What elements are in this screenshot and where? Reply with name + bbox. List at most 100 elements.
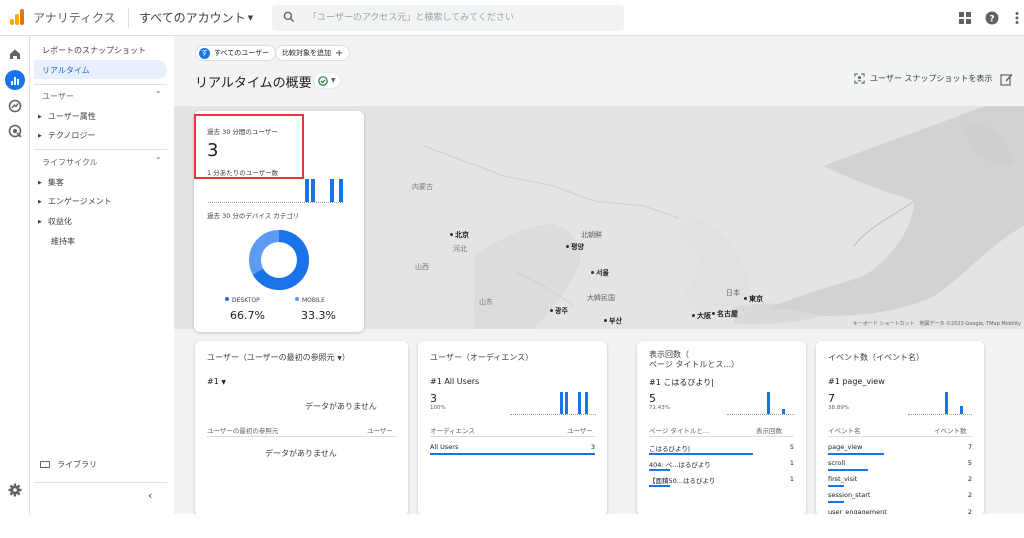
nav-technology[interactable]: ▶ テクノロジー [38,130,95,141]
column-header: ページ タイトルと... [649,427,710,435]
expand-arrow-icon: ▶ [38,180,42,186]
row-bar [828,469,868,471]
all-users-label: すべてのユーザー [214,49,270,57]
reports-icon[interactable] [5,70,25,90]
nav-engagement-label: エンゲージメント [47,197,112,206]
map-label: 山西 [415,263,429,271]
main-content: すすべてのユーザー 比較対象を追加 + リアルタイムの概要 ▼ ユーザー スナップ… [174,36,1024,514]
desktop-percent: 66.7% [230,309,265,322]
expand-arrow-icon: ▶ [38,114,42,120]
card-title[interactable]: ユーザー（ユーザーの最初の参照元 ▼） [207,353,350,364]
nav-monetization[interactable]: ▶ 収益化 [38,216,72,227]
city-marker-icon [566,245,569,248]
nav-engagement[interactable]: ▶ エンゲージメント [38,196,112,207]
section-user-header[interactable]: ユーザー [42,91,74,102]
section-lifecycle-header[interactable]: ライフサイクル [42,157,98,168]
sparkline [510,391,596,415]
card-title-line2: ページ タイトルとス...） [649,360,740,369]
nav-monetization-label: 収益化 [47,217,72,226]
map-label-tokyo-text: 東京 [749,295,763,303]
nav-rail [0,36,30,514]
card-title-line1: 表示回数（ [649,350,689,359]
chevron-up-icon[interactable]: ⌃ [155,156,162,165]
row-bar [649,469,670,471]
search-input[interactable] [308,10,608,26]
audience-card: ユーザー（オーディエンス） #1 All Users 3 100% オーディエン… [418,341,607,514]
add-comparison-chip[interactable]: 比較対象を追加 + [275,45,351,61]
table-row-name[interactable]: scroll [828,459,845,467]
settings-gear-icon[interactable] [7,482,23,498]
home-icon[interactable] [7,46,23,62]
nav-retention[interactable]: 維持率 [51,236,75,247]
edit-icon[interactable] [1000,73,1013,86]
legend-mobile: MOBILE [295,297,325,304]
city-marker-icon [450,233,453,236]
segment-letter-icon: す [199,47,210,59]
card-rank: #1 ▼ [207,377,226,386]
search-bar[interactable] [272,5,624,31]
city-marker-icon [591,271,594,274]
apps-grid-icon[interactable] [958,11,972,25]
app-title: アナリティクス [33,11,116,25]
account-selector[interactable]: すべてのアカウント ▼ [139,9,253,26]
card-title[interactable]: ユーザー（オーディエンス） [430,353,533,363]
table-row-name[interactable]: 【面積50...はるびより [649,475,715,485]
chevron-up-icon[interactable]: ⌃ [155,90,162,99]
nav-library[interactable]: ライブラリ [40,459,97,470]
account-label: すべてのアカウント [139,11,246,25]
card-percent: 38.89% [828,405,849,411]
all-users-chip[interactable]: すすべてのユーザー [195,45,277,61]
nav-acquisition[interactable]: ▶ 集客 [38,177,64,188]
device-category-label: 過去 30 分のデバイス カテゴリ [207,212,300,220]
legend-desktop-label: DESKTOP [232,297,260,304]
table-row-name[interactable]: first_visit [828,475,857,483]
column-header: 表示回数 [756,427,782,435]
expand-arrow-icon: ▶ [38,133,42,139]
sidebar-divider [34,482,167,483]
user-snapshot-button[interactable]: ユーザー スナップショットを表示 [854,73,992,84]
nav-library-label: ライブラリ [57,460,97,469]
map-label-busan: 부산 [604,316,622,326]
sparkline [908,391,972,415]
sparkline [727,391,795,415]
no-data-message: データがありません [265,449,337,458]
map-label: 大韓民国 [587,294,615,302]
legend-mobile-label: MOBILE [302,297,325,304]
map-label-osaka: 大阪 [692,311,711,321]
title-status-dropdown[interactable]: ▼ [313,72,341,89]
nav-snapshot[interactable]: レポートのスナップショット [42,45,146,56]
card-title-text: ユーザー（オーディエンス） [430,353,534,362]
table-row-name[interactable]: page_view [828,443,862,451]
card-value: 5 [649,392,656,405]
table-row-name[interactable]: session_start [828,491,870,499]
advertising-icon[interactable] [7,123,23,139]
row-bar [430,453,595,455]
nav-realtime[interactable]: リアルタイム [42,65,90,76]
legend-dot-icon [295,297,299,301]
map-attribution: キーボード ショートカット 地図データ ©2023 Google, TMap M… [852,321,1021,327]
city-marker-icon [604,319,607,322]
card-title[interactable]: 表示回数（ ページ タイトルとス...） [649,350,739,370]
help-icon[interactable]: ? [985,11,999,25]
explore-icon[interactable] [7,98,23,114]
table-row-name[interactable]: user_engagement [828,508,887,514]
no-data-message: データがありません [305,402,377,411]
city-marker-icon [692,314,695,317]
users-30min-value: 3 [207,140,219,161]
map-label: 北朝鮮 [581,231,602,239]
legend-desktop: DESKTOP [225,297,260,304]
table-row-name[interactable]: 404: ペ...はるびより [649,459,711,469]
map-label-gwangju-text: 광주 [555,307,568,315]
card-title[interactable]: イベント数（イベント名） [828,353,924,363]
svg-text:?: ? [989,15,994,25]
snapshot-frame-icon [854,73,865,84]
legend-dot-icon [225,297,229,301]
map-label-seoul-text: 서울 [596,269,609,277]
check-circle-icon [318,75,328,86]
collapse-sidebar-icon[interactable]: ‹ [148,489,152,502]
more-vert-icon[interactable] [1010,11,1024,25]
spark-bar [565,392,568,414]
nav-user-attributes[interactable]: ▶ ユーザー属性 [38,111,96,122]
table-divider [430,436,595,437]
table-row-name[interactable]: こはるびより| [649,443,690,453]
